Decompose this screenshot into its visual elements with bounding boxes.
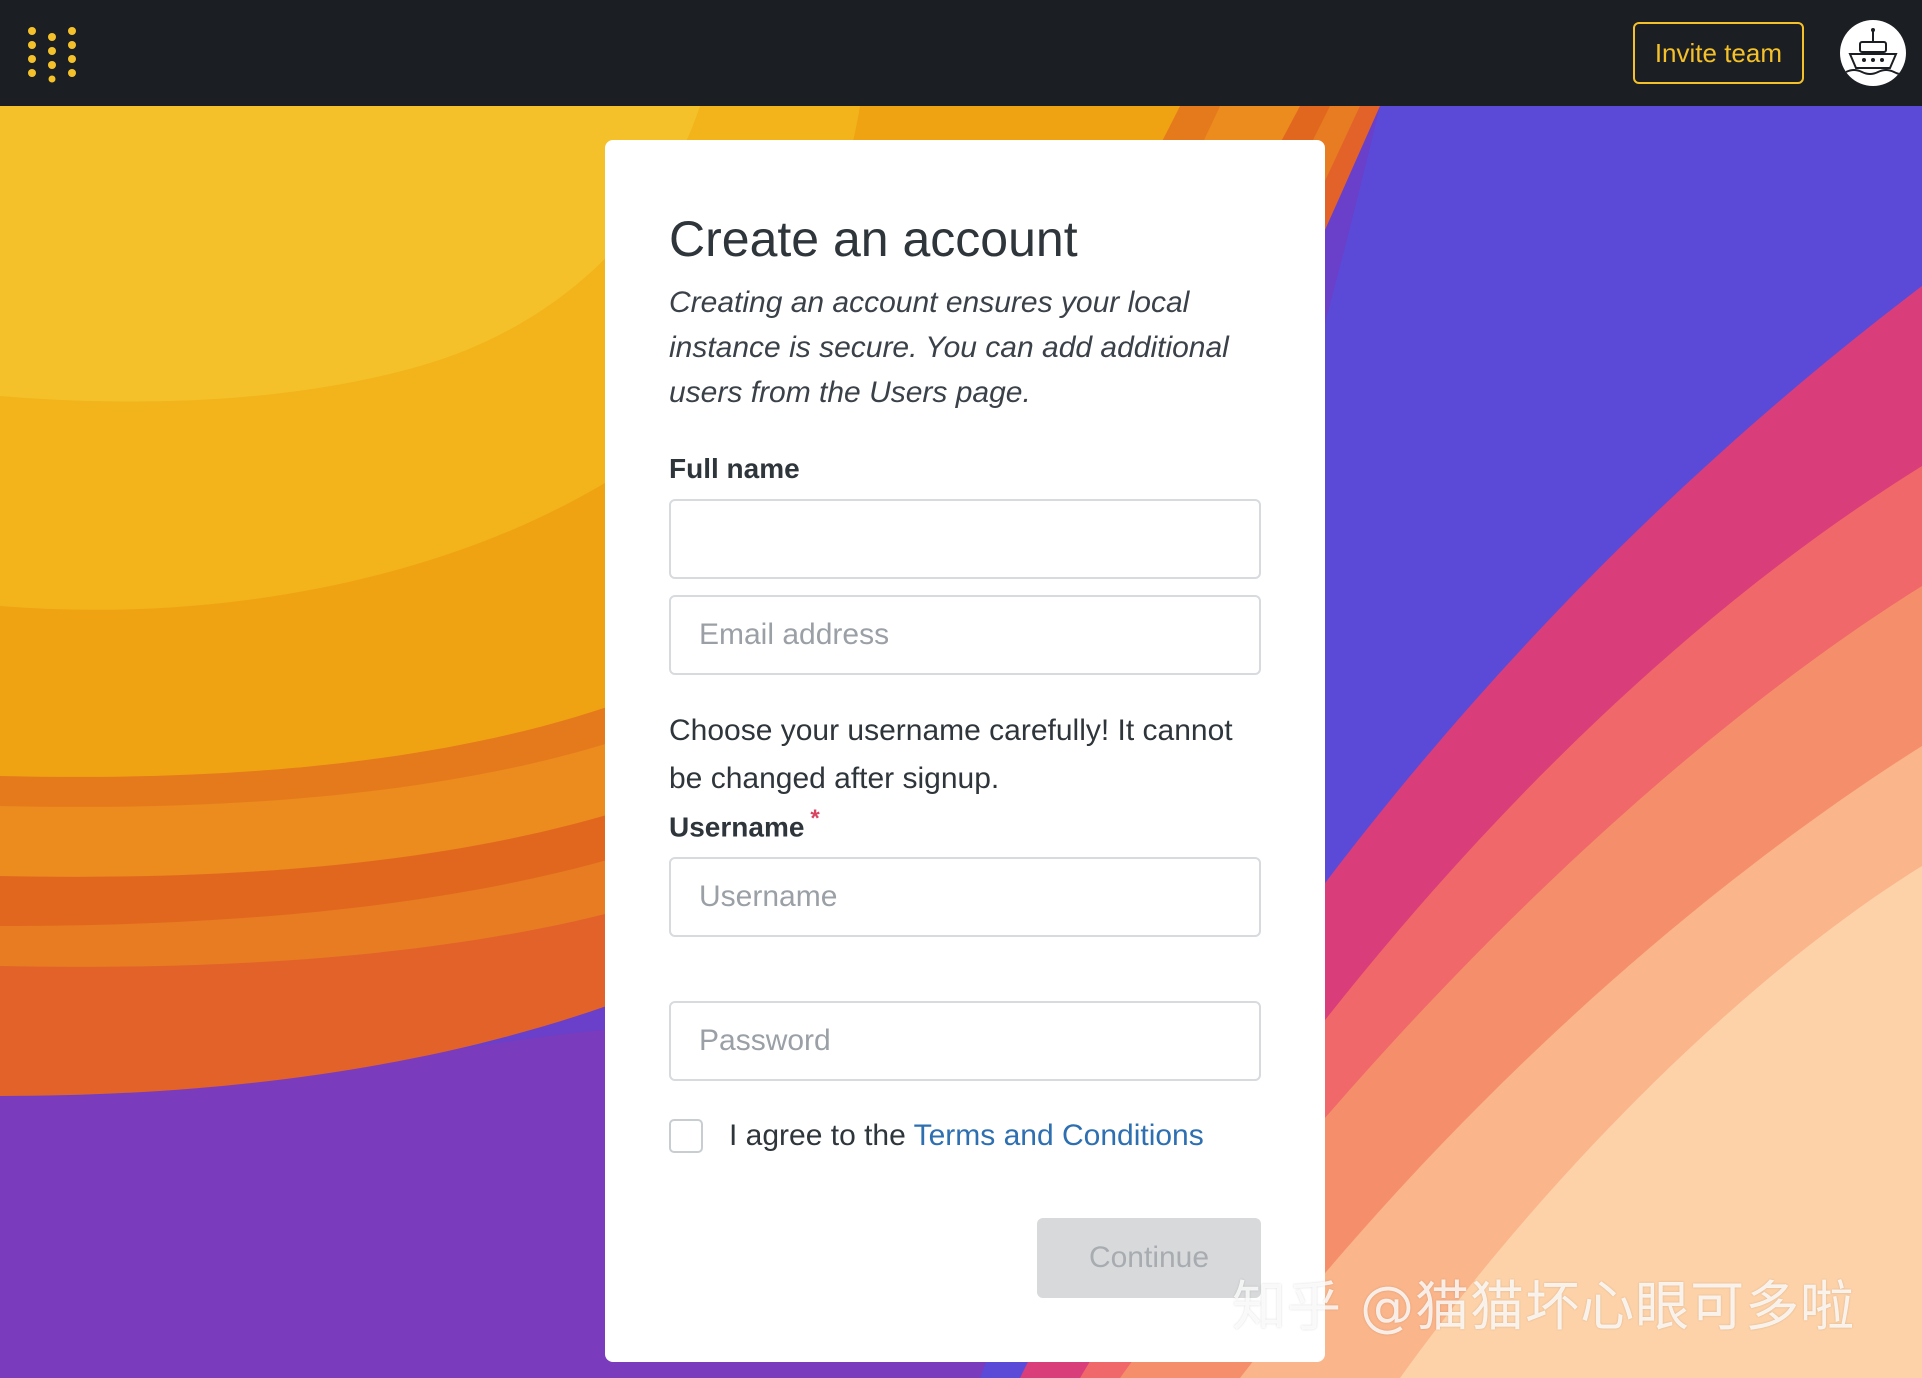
page-subtitle: Creating an account ensures your local i… xyxy=(669,286,1229,409)
terms-checkbox[interactable] xyxy=(669,1119,703,1154)
password-input[interactable] xyxy=(669,1001,1261,1082)
metabase-logo-icon[interactable] xyxy=(24,23,80,83)
terms-agreement-text: I agree to the Terms and Conditions xyxy=(729,1119,1204,1153)
create-account-card: Create an account Creating an account en… xyxy=(605,140,1325,1362)
zhihu-watermark: 知乎 @猫猫坏心眼可多啦 xyxy=(1232,1275,1856,1338)
required-marker: * xyxy=(810,805,820,832)
invite-team-button[interactable]: Invite team xyxy=(1632,22,1804,84)
top-navigation-bar: Invite team xyxy=(0,0,1922,106)
username-help-text: Choose your username carefully! It canno… xyxy=(669,714,1233,795)
full-name-label: Full name xyxy=(669,453,800,484)
terms-link[interactable]: Terms and Conditions xyxy=(914,1119,1204,1152)
username-input[interactable] xyxy=(669,857,1261,938)
full-name-input[interactable] xyxy=(669,499,1261,579)
username-label-text: Username xyxy=(669,811,805,843)
terms-agreement: I agree to the Terms and Conditions xyxy=(669,1119,1261,1154)
ship-avatar-icon[interactable] xyxy=(1840,20,1906,86)
email-input[interactable] xyxy=(669,595,1261,675)
agree-prefix: I agree to the xyxy=(729,1119,914,1153)
continue-button[interactable]: Continue xyxy=(1037,1218,1261,1298)
username-label: Username * xyxy=(669,805,1261,843)
page-title: Create an account xyxy=(669,211,1078,267)
